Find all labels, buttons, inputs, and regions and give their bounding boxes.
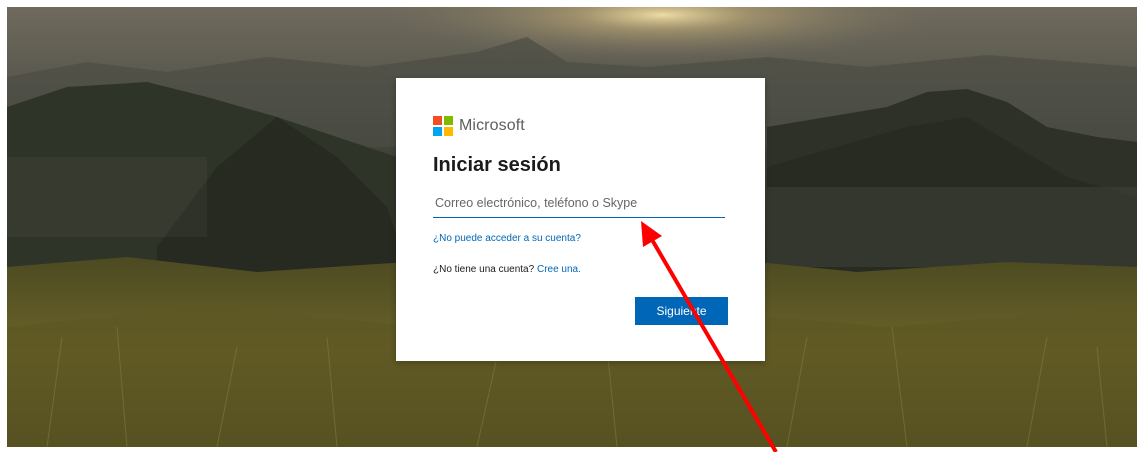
page-title: Iniciar sesión <box>433 154 561 176</box>
email-field-container <box>433 189 725 218</box>
signin-card: Microsoft Iniciar sesión ¿No puede acced… <box>396 78 765 361</box>
login-page: Microsoft Iniciar sesión ¿No puede acced… <box>7 7 1137 447</box>
logo-square-red <box>433 116 442 125</box>
email-field[interactable] <box>433 189 725 217</box>
microsoft-logo-text: Microsoft <box>459 117 525 134</box>
next-button[interactable]: Siguiente <box>635 297 728 325</box>
no-account-text: ¿No tiene una cuenta? <box>433 264 535 275</box>
create-account-link[interactable]: Cree una. <box>537 264 581 275</box>
cant-access-row: ¿No puede acceder a su cuenta? <box>433 233 581 244</box>
logo-square-blue <box>433 127 442 136</box>
logo-square-green <box>444 116 453 125</box>
logo-square-yellow <box>444 127 453 136</box>
microsoft-logo-icon <box>433 116 453 136</box>
microsoft-logo: Microsoft <box>433 116 525 136</box>
no-account-row: ¿No tiene una cuenta? Cree una. <box>433 264 581 275</box>
cant-access-link[interactable]: ¿No puede acceder a su cuenta? <box>433 233 581 244</box>
